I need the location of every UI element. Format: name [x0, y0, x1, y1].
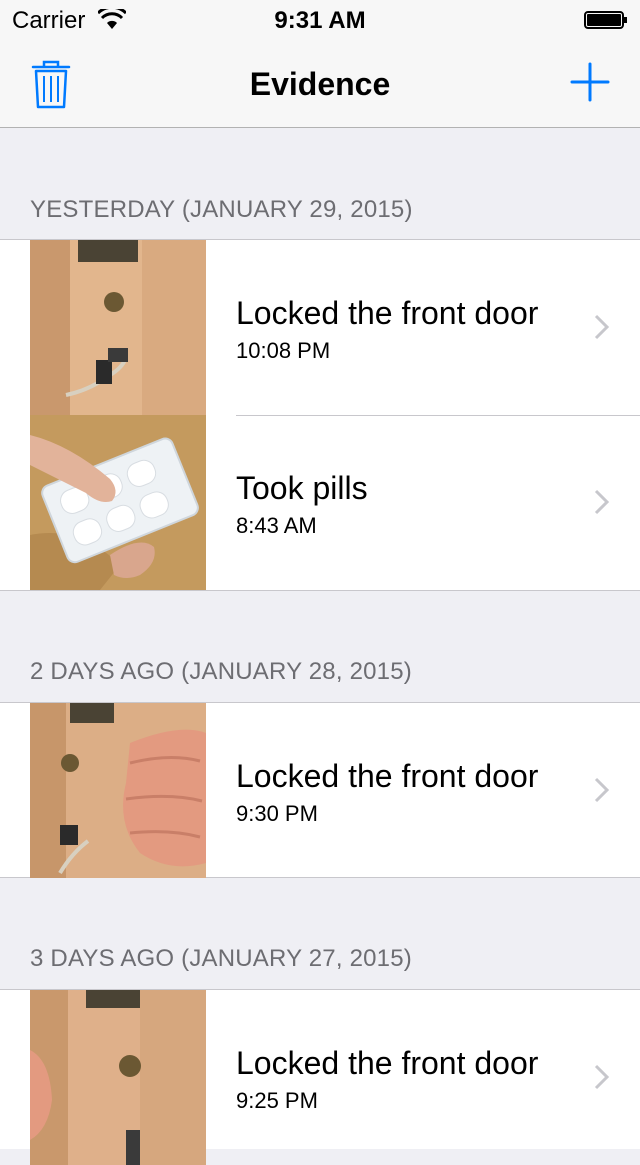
section-yesterday: Locked the front door 10:08 PM Took pill…	[0, 239, 640, 591]
navigation-bar: Evidence	[0, 40, 640, 128]
section-3-days-ago: Locked the front door 9:25 PM	[0, 989, 640, 1165]
section-2-days-ago: Locked the front door 9:30 PM	[0, 702, 640, 878]
page-title: Evidence	[249, 66, 391, 102]
item-title: Locked the front door	[236, 295, 539, 331]
plus-icon[interactable]	[570, 62, 610, 102]
chevron-right-icon	[594, 777, 610, 803]
item-title: Locked the front door	[236, 1045, 539, 1081]
chevron-right-icon	[594, 1064, 610, 1090]
chevron-right-icon	[594, 314, 610, 340]
item-time: 9:30 PM	[236, 801, 318, 826]
item-title: Locked the front door	[236, 758, 539, 794]
list-item[interactable]: Locked the front door 9:25 PM	[0, 990, 640, 1165]
item-time: 10:08 PM	[236, 338, 331, 363]
pills-photo-thumbnail	[30, 415, 206, 590]
item-time: 9:25 PM	[236, 1088, 318, 1113]
door-photo-thumbnail	[30, 240, 206, 415]
door-photo-thumbnail	[30, 990, 206, 1165]
list-item[interactable]: Took pills 8:43 AM	[0, 415, 640, 590]
door-photo-thumbnail	[30, 703, 206, 878]
section-header-yesterday: YESTERDAY (JANUARY 29, 2015)	[30, 196, 413, 223]
item-time: 8:43 AM	[236, 513, 317, 538]
section-header-3-days-ago: 3 DAYS AGO (JANUARY 27, 2015)	[30, 945, 412, 972]
status-bar: Carrier 9:31 AM	[0, 0, 640, 40]
row-separator	[236, 415, 640, 416]
item-title: Took pills	[236, 470, 368, 506]
list-item[interactable]: Locked the front door 10:08 PM	[0, 240, 640, 415]
status-time: 9:31 AM	[274, 7, 366, 34]
chevron-right-icon	[594, 489, 610, 515]
battery-icon	[584, 11, 627, 29]
section-header-2-days-ago: 2 DAYS AGO (JANUARY 28, 2015)	[30, 658, 412, 685]
list-item[interactable]: Locked the front door 9:30 PM	[0, 703, 640, 878]
